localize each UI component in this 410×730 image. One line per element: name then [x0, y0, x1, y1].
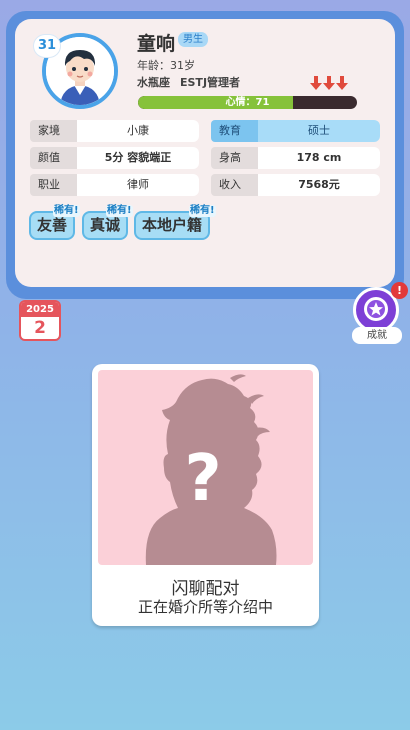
mystery-question-mark: ?	[184, 442, 221, 516]
attr-height: 身高 178 cm	[211, 147, 380, 169]
attr-income-label: 收入	[211, 174, 258, 196]
mystery-photo: ?	[98, 370, 313, 565]
calendar-widget[interactable]: 2025 2	[19, 300, 61, 341]
attr-looks-value: 5分 容貌端正	[77, 147, 199, 169]
personality-line: 水瓶座 ESTJ管理者	[137, 74, 240, 90]
attr-family-value: 小康	[77, 120, 199, 142]
character-name: 童响	[137, 33, 176, 55]
achievement-label[interactable]: 成就	[352, 327, 402, 344]
age-badge: 31	[34, 35, 60, 57]
mood-label: 心情：71	[225, 97, 270, 108]
attr-family-label: 家境	[30, 120, 77, 142]
rare-badge: 稀有!	[53, 205, 80, 217]
triple-down-arrow-icon	[310, 76, 348, 90]
achievement-alert-badge: !	[391, 282, 408, 299]
attr-height-value: 178 cm	[258, 147, 380, 169]
attr-education: 教育 硕士	[211, 120, 380, 142]
rare-badge: 稀有!	[106, 205, 133, 217]
mystery-silhouette-icon: ?	[145, 374, 277, 565]
mood-bar: 心情：71	[138, 96, 357, 109]
attr-income-value: 7568元	[258, 174, 380, 196]
attr-job-label: 职业	[30, 174, 77, 196]
gender-tag: 男生	[178, 32, 208, 47]
attr-education-value: 硕士	[258, 120, 380, 142]
medal-star-icon	[364, 297, 388, 321]
zodiac-text: 水瓶座	[137, 76, 170, 89]
rare-badge: 稀有!	[189, 205, 216, 217]
attr-family: 家境 小康	[30, 120, 199, 142]
age-text: 年龄：31岁	[137, 59, 195, 72]
attr-job-value: 律师	[77, 174, 199, 196]
match-card[interactable]: ? 闪聊配对 正在婚介所等介绍中	[92, 364, 319, 626]
calendar-month: 2	[34, 318, 46, 338]
mbti-text: ESTJ管理者	[180, 76, 241, 89]
attr-looks-label: 颜值	[30, 147, 77, 169]
attr-height-label: 身高	[211, 147, 258, 169]
attr-income: 收入 7568元	[211, 174, 380, 196]
calendar-year: 2025	[21, 302, 59, 317]
attr-education-label: 教育	[211, 120, 258, 142]
attr-job: 职业 律师	[30, 174, 199, 196]
match-subtitle: 正在婚介所等介绍中	[137, 598, 273, 616]
attr-looks: 颜值 5分 容貌端正	[30, 147, 199, 169]
